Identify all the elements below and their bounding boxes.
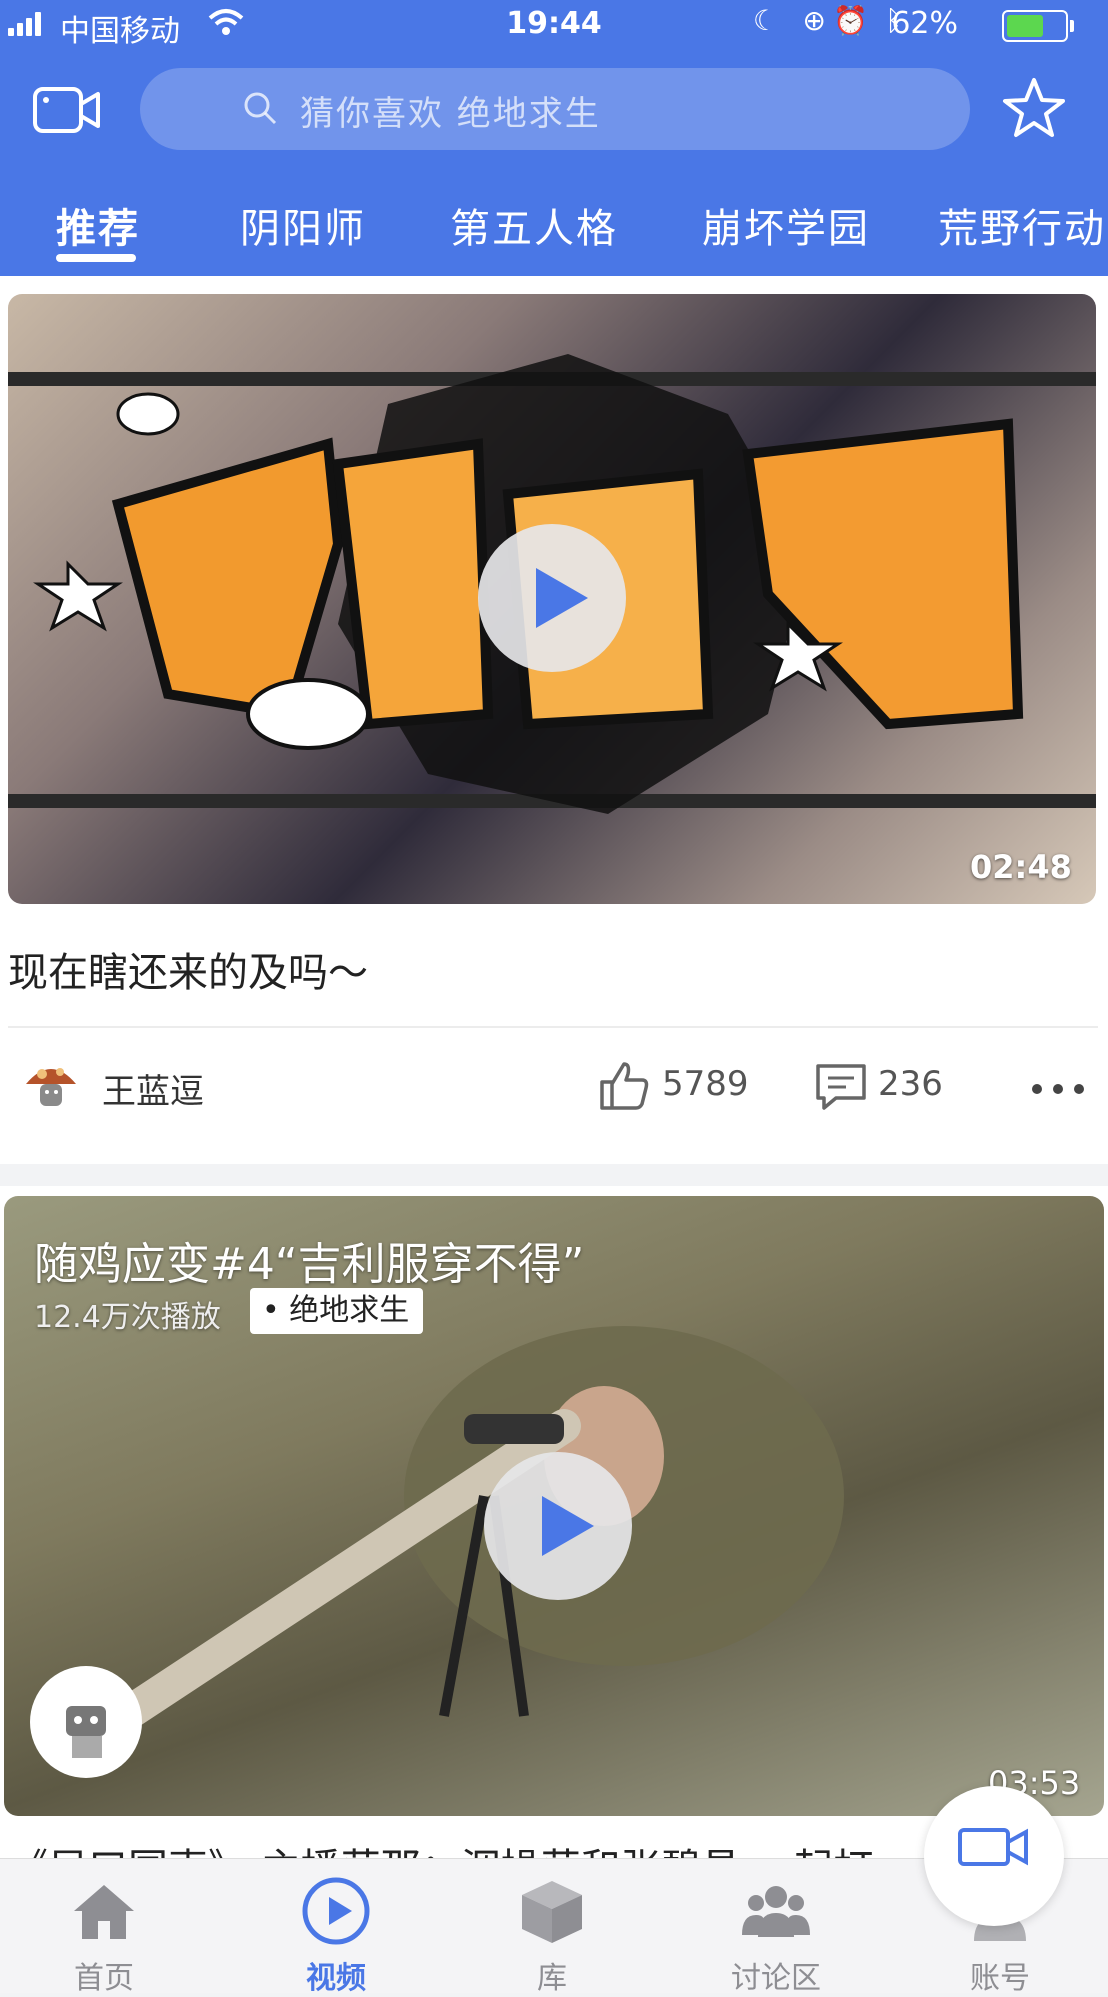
status-bar: 中国移动 19:44 ☾ ⊕ ⏰ ᛒ 62%	[0, 0, 1108, 49]
home-icon	[74, 1885, 134, 1939]
tabbar-library[interactable]: 库	[472, 1859, 632, 1996]
author-avatar[interactable]	[20, 1054, 82, 1116]
search-placeholder: 猜你喜欢 绝地求生	[300, 94, 601, 134]
search-icon	[244, 92, 277, 125]
play-count: 12.4万次播放	[34, 1300, 221, 1335]
mushroom-avatar-icon	[26, 1068, 76, 1106]
play-button-2[interactable]	[484, 1452, 632, 1600]
play-circle-icon	[302, 1877, 370, 1945]
app-header: 中国移动 19:44 ☾ ⊕ ⏰ ᛒ 62% 猜你喜欢 绝地求生 推荐 阴阳师 …	[0, 0, 1108, 276]
battery-percent: 62%	[891, 6, 958, 41]
video-duration: 02:48	[970, 848, 1072, 886]
tabbar-video[interactable]: 视频	[256, 1859, 416, 1996]
game-tag[interactable]: • 绝地求生	[250, 1288, 424, 1334]
thumbs-up-icon[interactable]	[598, 1060, 650, 1112]
comment-icon[interactable]	[814, 1060, 868, 1112]
tab-knives-out[interactable]: 荒野行动	[938, 196, 1106, 254]
author-name[interactable]: 王蓝逗	[102, 1064, 204, 1113]
tab-onmyoji[interactable]: 阴阳师	[240, 196, 366, 254]
video-card: 02:48 现在瞎还来的及吗～ 王蓝逗 5789 236	[0, 276, 1108, 1164]
battery-icon	[1002, 10, 1074, 42]
game-tag-label: 绝地求生	[289, 1293, 410, 1328]
tab-identity-v[interactable]: 第五人格	[450, 196, 618, 254]
robot-avatar-icon	[66, 1706, 106, 1758]
tabbar-discussion[interactable]: 讨论区	[696, 1859, 856, 1996]
video-thumbnail-2[interactable]: 随鸡应变#4“吉利服穿不得” 12.4万次播放 • 绝地求生 03:53	[4, 1196, 1104, 1816]
group-icon	[742, 1886, 810, 1937]
author-avatar-2[interactable]	[30, 1666, 142, 1778]
alarm-icon: ⏰	[833, 4, 868, 37]
more-options-icon[interactable]	[1030, 1082, 1086, 1096]
divider	[8, 1026, 1098, 1028]
active-tab-indicator	[56, 254, 136, 262]
moon-icon: ☾	[752, 4, 778, 37]
comment-count: 236	[878, 1064, 943, 1104]
video-camera-icon[interactable]	[32, 84, 102, 136]
video-title[interactable]: 现在瞎还来的及吗～	[8, 940, 368, 998]
video-camera-icon	[958, 1828, 1028, 1866]
video-thumbnail[interactable]: 02:48	[8, 294, 1096, 904]
star-icon[interactable]	[1002, 76, 1066, 140]
like-count: 5789	[662, 1064, 749, 1104]
search-bar[interactable]: 猜你喜欢 绝地求生	[140, 68, 970, 150]
tab-recommend[interactable]: 推荐	[56, 196, 140, 254]
floating-video-button[interactable]	[924, 1786, 1064, 1926]
video-title-overlay: 随鸡应变#4“吉利服穿不得”	[34, 1239, 585, 1290]
video-card-2: 随鸡应变#4“吉利服穿不得” 12.4万次播放 • 绝地求生 03:53	[0, 1186, 1108, 1866]
play-button[interactable]	[478, 524, 626, 672]
tabbar-home[interactable]: 首页	[24, 1859, 184, 1996]
tab-honkai[interactable]: 崩坏学园	[702, 196, 870, 254]
lock-rotation-icon: ⊕	[802, 4, 826, 37]
category-tabs: 推荐 阴阳师 第五人格 崩坏学园 荒野行动	[0, 190, 1108, 276]
box-icon	[522, 1881, 582, 1943]
